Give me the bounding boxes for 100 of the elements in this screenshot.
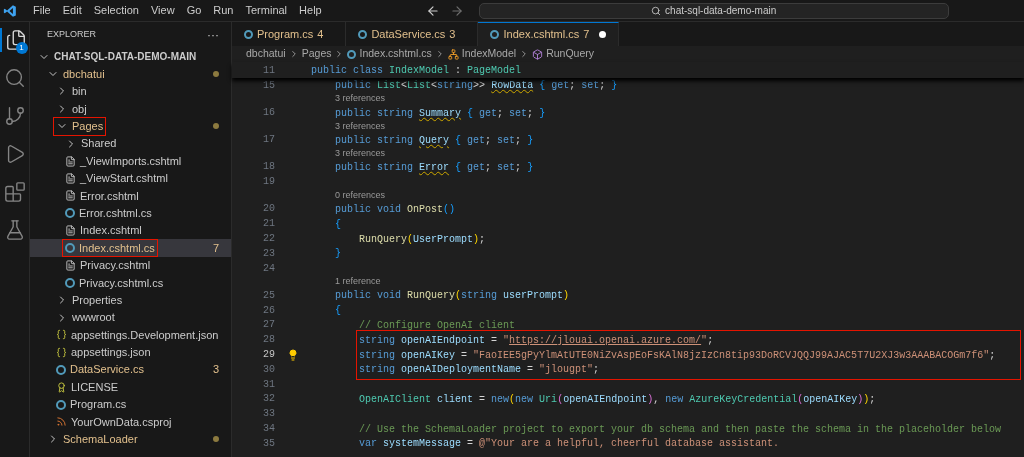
- code-text: RunQuery(UserPrompt);: [359, 233, 486, 245]
- item-label: Privacy.cshtml: [80, 258, 151, 274]
- item-label: Error.cshtml: [80, 188, 139, 204]
- file-row[interactable]: _ViewImports.cshtml: [30, 152, 231, 170]
- code-text: public string Summary { get; set; }: [335, 107, 546, 119]
- file-row[interactable]: Error.cshtml: [30, 187, 231, 205]
- menu-item[interactable]: View: [144, 2, 181, 19]
- line-number: 17: [262, 133, 275, 148]
- code-text: public string Error { get; set; }: [335, 161, 534, 173]
- code-text: public string Query { get; set; }: [335, 134, 534, 146]
- editor-tab[interactable]: Index.cshtml.cs 7: [478, 22, 620, 46]
- rss-icon: [56, 416, 67, 428]
- breadcrumb-item[interactable]: IndexModel: [461, 46, 517, 62]
- folder-row[interactable]: obj: [30, 100, 231, 118]
- references-lens[interactable]: 1 reference: [287, 277, 381, 287]
- item-label: YourOwnData.csproj: [71, 414, 172, 430]
- code-text: }: [335, 248, 342, 260]
- code-text: // Use the SchemaLoader project to export your db schema and then paste the schema in the placeholder below: [359, 423, 1002, 435]
- references-lens[interactable]: 0 references: [287, 190, 386, 200]
- item-label: wwwroot: [72, 310, 115, 326]
- file-row[interactable]: Program.cs: [30, 395, 231, 414]
- code-text: public List<List<string>> RowData { get; set; }: [335, 80, 618, 92]
- ribbon-icon: [56, 381, 67, 393]
- line-number: 34: [262, 422, 275, 436]
- item-label: bin: [72, 84, 87, 100]
- menu-item[interactable]: Selection: [87, 2, 145, 19]
- file-row[interactable]: LICENSE: [30, 378, 231, 396]
- folder-row[interactable]: dbchatui: [30, 65, 231, 83]
- folder-row[interactable]: Pages: [30, 117, 231, 135]
- folder-row[interactable]: SchemaLoader: [30, 430, 231, 448]
- line-number: 28: [262, 333, 275, 348]
- code-text: var systemMessage = @"Your are a helpful, cheerful database assistant.: [359, 438, 780, 450]
- menu-item[interactable]: Edit: [56, 2, 88, 19]
- line-number: 11: [262, 63, 275, 78]
- references-lens[interactable]: 3 references: [287, 94, 386, 104]
- sidebar-title: EXPLORER: [47, 28, 97, 42]
- line-number: 32: [262, 392, 275, 407]
- problem-count: 7: [212, 240, 219, 256]
- breadcrumb-item[interactable]: dbchatui: [246, 46, 286, 62]
- item-label: Properties: [72, 292, 123, 308]
- menu-item[interactable]: Terminal: [239, 2, 294, 19]
- code-text: string openAIDeploymentName = "jlougpt";: [359, 364, 600, 376]
- command-search-field[interactable]: chat-sql-data-demo-main: [478, 2, 949, 19]
- line-number: 33: [262, 407, 275, 422]
- item-label: dbchatui: [63, 66, 105, 82]
- more-actions-button[interactable]: ···: [207, 26, 219, 44]
- breadcrumb-item[interactable]: Index.cshtml.cs: [359, 46, 432, 62]
- line-number: 15: [262, 78, 275, 93]
- file-row[interactable]: _ViewStart.cshtml: [30, 169, 231, 188]
- file-row[interactable]: Index.cshtml.cs 7: [30, 239, 231, 257]
- braces-icon: [56, 346, 67, 358]
- item-label: Pages: [72, 119, 104, 134]
- code-text: OpenAIClient client = new(new Uri(openAIEndpoint), new AzureKeyCredential(openAIKey));: [359, 393, 876, 405]
- file-row[interactable]: Privacy.cshtml: [30, 256, 231, 275]
- lightbulb-icon[interactable]: [287, 348, 299, 361]
- item-label: _ViewImports.cshtml: [80, 153, 182, 169]
- document-icon: [65, 259, 76, 271]
- file-row[interactable]: appsettings.json: [30, 343, 231, 362]
- folder-row[interactable]: Properties: [30, 291, 231, 309]
- item-label: SchemaLoader: [63, 432, 138, 448]
- csharp-file-icon: [65, 208, 75, 219]
- search-icon: [3, 67, 26, 89]
- file-row[interactable]: Error.cshtml.cs: [30, 204, 231, 222]
- references-lens[interactable]: 3 references: [287, 121, 386, 131]
- references-lens[interactable]: 3 references: [287, 148, 386, 158]
- folder-row[interactable]: Shared: [30, 134, 231, 153]
- line-number: 20: [262, 202, 275, 217]
- folder-row[interactable]: CHAT-SQL-DATA-DEMO-MAIN: [30, 48, 231, 66]
- line-number: 21: [262, 217, 275, 232]
- forward-arrow-icon[interactable]: [449, 3, 464, 18]
- csharp-file-icon: [56, 364, 66, 375]
- source-control-icon: [3, 105, 26, 127]
- item-label: Program.cs: [70, 397, 127, 413]
- item-label: Index.cshtml.cs: [79, 240, 155, 256]
- csharp-file-icon: [65, 277, 75, 288]
- document-icon: [65, 155, 76, 167]
- line-number: 19: [262, 175, 275, 190]
- item-label: obj: [72, 101, 87, 117]
- code-text: {: [335, 218, 342, 230]
- csharp-file-icon: [244, 29, 253, 39]
- breadcrumb-item[interactable]: RunQuery: [546, 46, 594, 62]
- item-label: Error.cshtml.cs: [79, 205, 152, 221]
- file-row[interactable]: Privacy.cshtml.cs: [30, 274, 231, 292]
- folder-row[interactable]: bin: [30, 82, 231, 101]
- menu-item[interactable]: Help: [293, 2, 328, 19]
- menu-item[interactable]: Run: [207, 2, 240, 19]
- back-arrow-icon[interactable]: [425, 3, 440, 18]
- file-row[interactable]: DataService.cs 3: [30, 361, 231, 379]
- line-number: 22: [262, 232, 275, 247]
- code-text: {: [335, 305, 342, 317]
- menu-item[interactable]: Go: [180, 2, 208, 19]
- file-row[interactable]: appsettings.Development.json: [30, 326, 231, 344]
- problem-count: 3: [212, 362, 219, 378]
- breadcrumb-item[interactable]: Pages: [301, 46, 332, 62]
- menu-item[interactable]: File: [27, 2, 57, 19]
- file-row[interactable]: Index.cshtml: [30, 221, 231, 240]
- file-row[interactable]: YourOwnData.csproj: [30, 413, 231, 431]
- line-number: 23: [262, 246, 275, 261]
- line-number: 16: [262, 106, 275, 121]
- folder-row[interactable]: wwwroot: [30, 308, 231, 327]
